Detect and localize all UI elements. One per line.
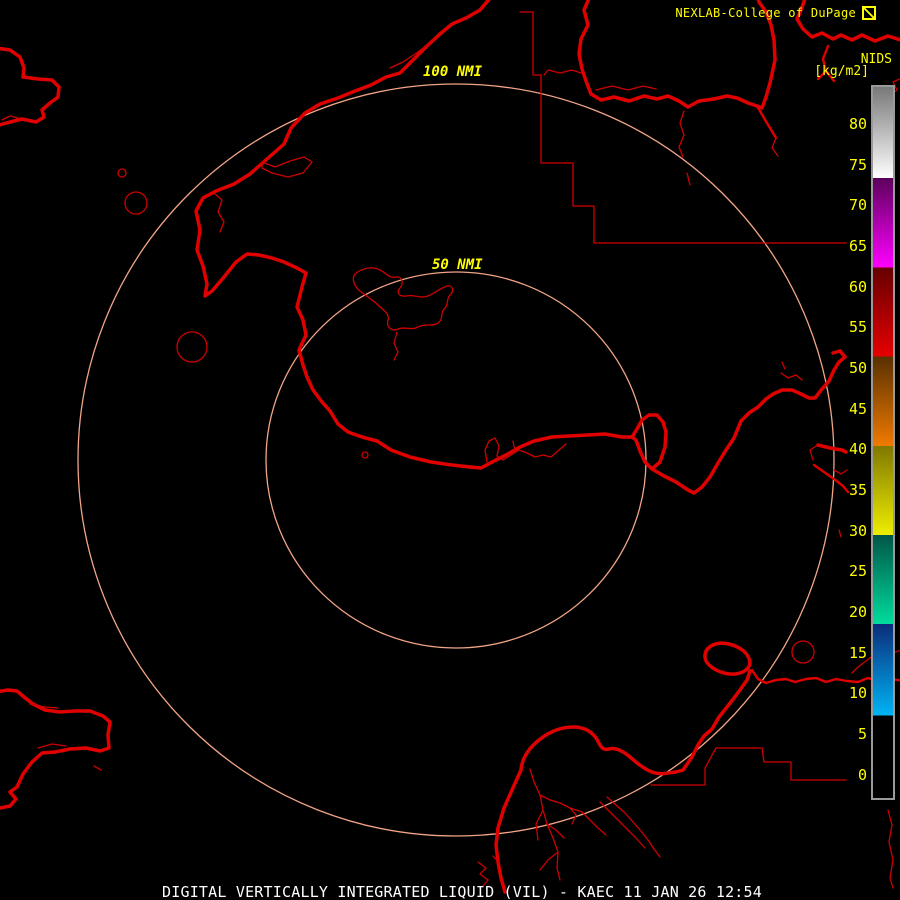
river-branch-north: [755, 104, 778, 140]
colorbar-tick: 60: [848, 278, 867, 296]
colorbar-tick: 35: [848, 481, 867, 499]
colorbar-tick: 50: [848, 359, 867, 377]
county-line-southeast: [650, 747, 847, 786]
radar-map: [0, 0, 900, 894]
colorbar-tick: 30: [848, 522, 867, 540]
lake-ring-tiny: [117, 168, 127, 178]
marsh-scribbles: [477, 855, 499, 887]
river-branch-north-tail: [771, 137, 779, 157]
landmass-bottom-left-detail: [29, 703, 102, 771]
river-pair-southeast: [599, 796, 661, 858]
range-ring-label-50nmi: 50 NMI: [432, 257, 483, 273]
colorbar-tick: 55: [848, 318, 867, 336]
lake-dot-center: [361, 451, 369, 459]
colorbar-tick: 25: [848, 562, 867, 580]
barrier-island-nw: [213, 39, 434, 233]
colorbar-tick: 45: [848, 400, 867, 418]
lake-ring-small: [124, 191, 148, 215]
radar-display: NEXLAB-College of DuPage NIDS [kg/m2] 80…: [0, 0, 900, 900]
colorbar-tick: 15: [848, 644, 867, 662]
colorbar-tick: 0: [857, 766, 867, 784]
colorbar-tick: 20: [848, 603, 867, 621]
range-ring-label-100nmi: 100 NMI: [423, 64, 483, 80]
county-line-northeast: [519, 11, 847, 244]
river-delta: [529, 768, 607, 881]
square-diagonal-icon: [862, 6, 876, 20]
colorbar-tick: 70: [848, 196, 867, 214]
central-lagoon: [352, 267, 454, 361]
coastline-main: [194, 0, 847, 495]
colorbar-tick: 40: [848, 440, 867, 458]
legend-units: [kg/m2]: [814, 64, 869, 79]
lake-loop-southeast: [703, 641, 752, 676]
stream-bottom-right: [887, 809, 894, 889]
shore-detail-bay: [543, 69, 691, 186]
range-ring-50nmi: [265, 271, 647, 649]
colorbar-tick: 65: [848, 237, 867, 255]
header-branding: NEXLAB-College of DuPage: [675, 6, 856, 20]
colorbar-tick: 75: [848, 156, 867, 174]
colorbar-tick: 80: [848, 115, 867, 133]
colorbar: [871, 85, 895, 800]
lake-ring-west: [176, 331, 208, 363]
colorbar-tick: 5: [857, 725, 867, 743]
product-title: DIGITAL VERTICALLY INTEGRATED LIQUID (VI…: [162, 883, 762, 900]
lake-ring-southeast: [791, 640, 815, 664]
landmass-top-left: [0, 46, 61, 127]
colorbar-tick: 10: [848, 684, 867, 702]
